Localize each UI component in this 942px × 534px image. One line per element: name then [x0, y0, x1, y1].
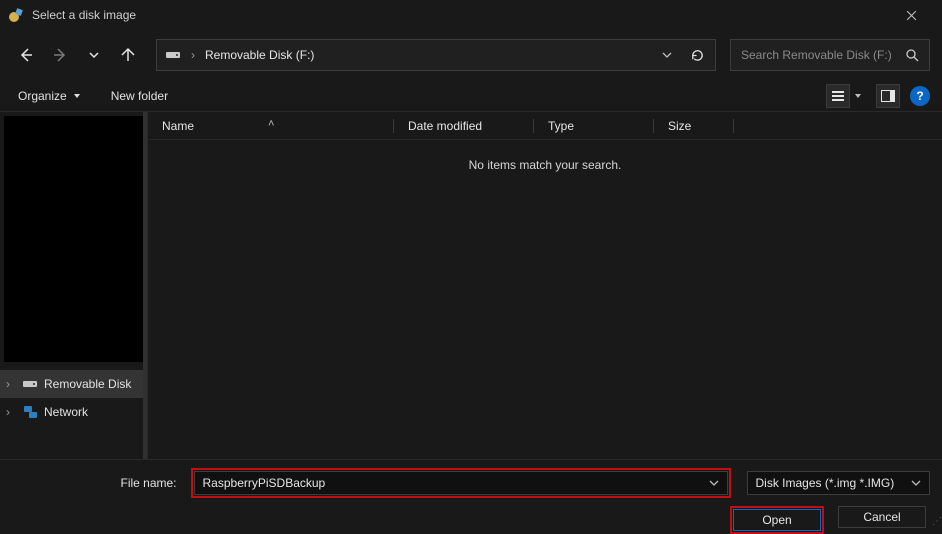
refresh-button[interactable]: [688, 48, 707, 63]
filename-value: RaspberryPiSDBackup: [203, 476, 326, 490]
filename-dropdown[interactable]: [709, 478, 719, 488]
filetype-value: Disk Images (*.img *.IMG): [756, 476, 895, 490]
filename-highlight: RaspberryPiSDBackup: [191, 468, 731, 498]
open-highlight: Open: [730, 506, 824, 534]
filename-input[interactable]: RaspberryPiSDBackup: [194, 471, 728, 495]
chevron-right-icon: ›: [189, 48, 197, 62]
help-button[interactable]: ?: [910, 86, 930, 106]
chevron-down-icon: [850, 92, 866, 100]
toolbar: Organize New folder ?: [0, 80, 942, 112]
navigation-bar: › Removable Disk (F:) Search Removable D…: [0, 30, 942, 80]
column-headers: Name ˄ Date modified Type Size: [148, 112, 942, 140]
new-folder-button[interactable]: New folder: [105, 85, 174, 107]
resize-grip[interactable]: ⋰: [932, 516, 940, 527]
sort-indicator-icon: ˄: [268, 118, 274, 130]
tree-item-removable-disk[interactable]: › Removable Disk: [0, 370, 147, 398]
search-input[interactable]: Search Removable Disk (F:): [730, 39, 930, 71]
sidebar-resize-handle[interactable]: [143, 112, 147, 459]
file-list-area: Name ˄ Date modified Type Size No items …: [148, 112, 942, 459]
forward-button[interactable]: [46, 41, 74, 69]
folder-tree: › Removable Disk › Network: [0, 366, 147, 430]
address-bar[interactable]: › Removable Disk (F:): [156, 39, 716, 71]
network-icon: [22, 405, 38, 419]
column-size[interactable]: Size: [654, 119, 734, 133]
chevron-right-icon: ›: [6, 405, 16, 419]
path-segment[interactable]: Removable Disk (F:): [205, 48, 314, 62]
close-button[interactable]: [888, 0, 934, 30]
tree-item-network[interactable]: › Network: [0, 398, 147, 426]
column-name[interactable]: Name ˄: [148, 119, 394, 133]
address-dropdown[interactable]: [654, 50, 680, 60]
titlebar: Select a disk image: [0, 0, 942, 30]
up-button[interactable]: [114, 41, 142, 69]
back-button[interactable]: [12, 41, 40, 69]
drive-icon: [165, 49, 181, 61]
tree-item-label: Network: [44, 405, 88, 419]
sidebar: › Removable Disk › Network: [0, 112, 148, 459]
chevron-right-icon: ›: [6, 377, 16, 391]
cancel-button[interactable]: Cancel: [838, 506, 926, 528]
dialog-bottom: File name: RaspberryPiSDBackup Disk Imag…: [0, 459, 942, 529]
preview-area: [4, 116, 143, 362]
list-view-icon: [826, 84, 850, 108]
open-button[interactable]: Open: [733, 509, 821, 531]
app-icon: [8, 7, 24, 23]
view-mode-button[interactable]: [826, 84, 866, 108]
column-type[interactable]: Type: [534, 119, 654, 133]
organize-button[interactable]: Organize: [12, 85, 87, 107]
search-icon: [905, 48, 919, 62]
empty-list-message: No items match your search.: [148, 140, 942, 190]
drive-icon: [22, 378, 38, 390]
filetype-select[interactable]: Disk Images (*.img *.IMG): [747, 471, 930, 495]
filename-label: File name:: [12, 476, 183, 490]
chevron-down-icon: [911, 478, 921, 488]
preview-pane-button[interactable]: [876, 84, 900, 108]
tree-item-label: Removable Disk: [44, 377, 131, 391]
window-title: Select a disk image: [32, 8, 888, 22]
column-date[interactable]: Date modified: [394, 119, 534, 133]
recent-locations-button[interactable]: [80, 41, 108, 69]
search-placeholder: Search Removable Disk (F:): [741, 48, 905, 62]
